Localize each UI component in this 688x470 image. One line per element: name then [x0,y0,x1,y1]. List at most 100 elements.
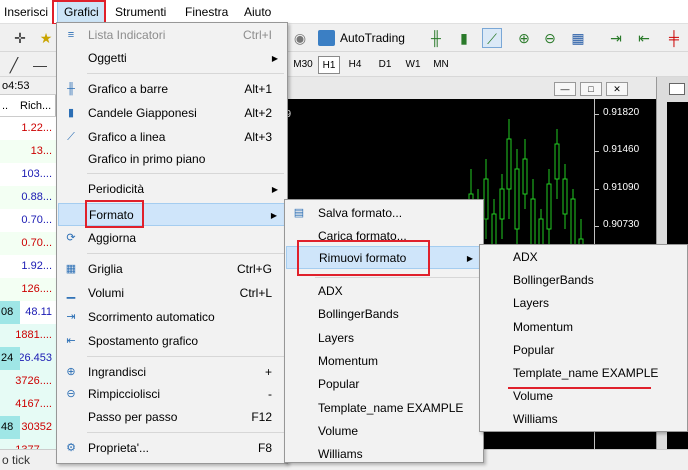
period-d1[interactable]: D1 [374,56,396,74]
market-watch-row[interactable]: 1.92... [0,255,56,278]
menu-item-label: Passo per passo [88,410,178,424]
period-w1[interactable]: W1 [402,56,424,74]
template-item-layers[interactable]: Layers [286,327,482,350]
template-item-bollingerbands[interactable]: BollingerBands [286,303,482,326]
sound-icon[interactable]: ◉ [290,28,310,48]
menu-item-oggetti[interactable]: Oggetti ▶ [58,47,286,70]
menu-item-spostamento-grafico[interactable]: ⇤ Spostamento grafico [58,330,286,353]
menu-aiuto[interactable]: Aiuto [238,0,277,24]
menu-item-scorrimento-automatico[interactable]: ⇥ Scorrimento automatico [58,306,286,329]
menu-item-volumi[interactable]: ▁ Volumi Ctrl+L [58,282,286,305]
market-watch-row[interactable]: 26.453 24 [0,347,56,370]
menu-separator [87,253,284,254]
period-mn[interactable]: MN [430,56,452,74]
menu-item-rimpicciolisci[interactable]: ⊖ Rimpicciolisci - [58,383,286,406]
folder-icon[interactable]: ★ [36,28,56,48]
line-chart-tool-icon[interactable]: ⟋ [482,28,502,48]
template-item-popular[interactable]: Popular [286,373,482,396]
template-item-volume[interactable]: Volume [286,420,482,443]
menu-finestra[interactable]: Finestra [179,0,234,24]
menu-item-passo-per-passo[interactable]: Passo per passo F12 [58,406,286,429]
zoom-out-tool-icon[interactable]: ⊖ [540,28,560,48]
autoscroll-tool-icon[interactable]: ⇥ [606,28,626,48]
close-icon[interactable]: ✕ [606,82,628,96]
menu-item-candele-giapponesi[interactable]: ▮ Candele Giapponesi Alt+2 [58,102,286,125]
rimuovi-item-label: Layers [513,296,550,311]
menu-item-griglia[interactable]: ▦ Griglia Ctrl+G [58,258,286,281]
menu-separator [87,173,284,174]
zoom-in-tool-icon[interactable]: ⊕ [514,28,534,48]
autotrading-button[interactable]: AutoTrading [318,28,405,48]
crosshair-icon[interactable]: ✛ [10,28,30,48]
save-template-icon: ▤ [293,207,305,219]
menu-item-proprieta[interactable]: ⚙ Proprieta'... F8 [58,437,286,460]
tile-windows-icon[interactable]: ▦ [568,28,588,48]
hline-tool-icon[interactable]: — [30,55,50,75]
market-watch-row[interactable]: 48.11 08 [0,301,56,324]
restore-icon[interactable] [669,83,685,95]
market-watch-time: o4:53 [0,77,56,95]
rimuovi-item-layers[interactable]: Layers [481,292,686,315]
template-item-adx[interactable]: ADX [286,280,482,303]
market-watch-row[interactable]: 0.70... [0,232,56,255]
period-h4[interactable]: H4 [344,56,366,74]
template-item-template-name-example[interactable]: Template_name EXAMPLE [286,397,482,420]
market-watch-edge-value: 08 [0,301,20,324]
rimuovi-item-williams[interactable]: Williams [481,408,686,431]
period-h1[interactable]: H1 [318,56,340,74]
market-watch-row[interactable]: 1881.... [0,324,56,347]
menu-item-aggiorna[interactable]: ⟳ Aggiorna [58,227,286,250]
refresh-icon: ⟳ [66,232,76,244]
menu-strumenti[interactable]: Strumenti [109,0,172,24]
menu-item-grafico-a-linea[interactable]: ⟋ Grafico a linea Alt+3 [58,126,286,149]
market-watch-value: 0.88... [21,191,52,203]
template-item-williams[interactable]: Williams [286,443,482,466]
volumes-icon: ▁ [66,287,76,299]
menu-item-grafico-in-primo-piano[interactable]: Grafico in primo piano [58,148,286,171]
market-watch-row[interactable]: 4167.... [0,393,56,416]
rimuovi-item-template-name-example[interactable]: Template_name EXAMPLE [481,362,686,385]
formato-item-salva-formato[interactable]: ▤ Salva formato... [286,202,482,225]
market-watch-value: 0.70... [21,214,52,226]
maximize-icon[interactable]: □ [580,82,602,96]
rimuovi-item-label: BollingerBands [513,273,594,288]
rimuovi-item-bollingerbands[interactable]: BollingerBands [481,269,686,292]
price-tick [595,114,599,115]
template-item-label: ADX [318,284,343,298]
line-tool-icon[interactable]: ╱ [4,55,24,75]
market-watch-panel: o4:53 .. Rich... 1.22... 13... 103.... 0.88… [0,77,56,470]
period-m30[interactable]: M30 [290,56,316,74]
grafici-dropdown-menu: ≡ Lista Indicatori Ctrl+I Oggetti ▶ ╫ Grafico … [56,22,288,464]
market-watch-row[interactable]: 13... [0,140,56,163]
market-watch-row[interactable]: 126.... [0,278,56,301]
menu-item-grafico-a-barre[interactable]: ╫ Grafico a barre Alt+1 [58,78,286,101]
market-watch-row[interactable]: 103.... [0,163,56,186]
market-watch-column-bid[interactable]: Rich... [20,95,51,117]
market-watch-value: 3726.... [15,375,52,387]
candlestick-tool-icon[interactable]: ▮ [454,28,474,48]
chart-shift-icon: ⇤ [66,335,76,347]
menu-inserisci[interactable]: Inserisci [0,0,54,24]
template-item-momentum[interactable]: Momentum [286,350,482,373]
market-watch-row[interactable]: 3726.... [0,370,56,393]
market-watch-row[interactable]: 1.22... [0,117,56,140]
rimuovi-item-popular[interactable]: Popular [481,339,686,362]
menu-item-label: Volumi [88,286,125,300]
market-watch-row[interactable]: 0.88... [0,186,56,209]
add-indicator-icon[interactable]: ╪ [664,28,684,48]
market-watch-row[interactable]: 0.70... [0,209,56,232]
market-watch-row[interactable]: 30352 48 [0,416,56,439]
menu-item-label: Scorrimento automatico [88,310,215,324]
minimize-icon[interactable]: — [554,82,576,96]
menu-item-periodicit[interactable]: Periodicità ▶ [58,178,286,201]
candle-body [522,158,528,195]
rimuovi-item-momentum[interactable]: Momentum [481,316,686,339]
rimuovi-item-adx[interactable]: ADX [481,246,686,269]
template-item-label: Williams [318,447,363,462]
submenu-arrow-icon: ▶ [466,254,473,263]
chart-shift-tool-icon[interactable]: ⇤ [634,28,654,48]
bar-chart-tool-icon[interactable]: ╫ [426,28,446,48]
menu-item-ingrandisci[interactable]: ⊕ Ingrandisci + [58,361,286,384]
menu-item-shortcut: F8 [257,441,272,455]
price-tick [595,151,599,152]
